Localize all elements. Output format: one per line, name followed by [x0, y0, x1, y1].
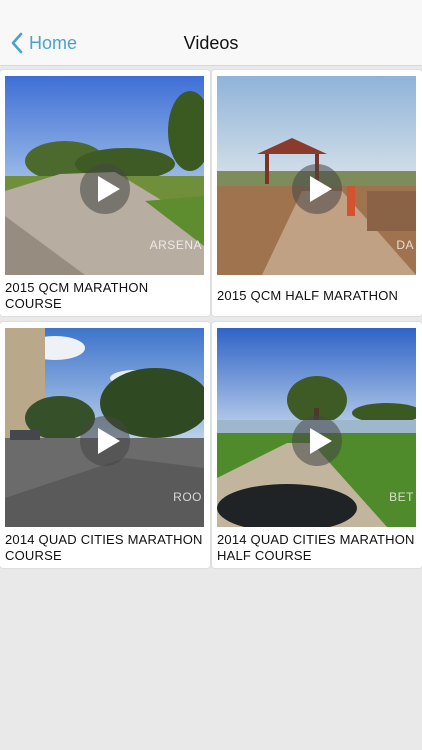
video-card[interactable]: ROO 2014 QUAD CITIES MARATHON COURSE — [0, 322, 210, 568]
play-button-icon[interactable] — [291, 164, 342, 215]
page-title: Videos — [183, 33, 239, 53]
video-watermark: ROO — [173, 490, 202, 504]
video-title: 2015 QCM HALF MARATHON — [217, 288, 399, 303]
video-watermark: ARSENA — [149, 238, 202, 252]
video-watermark: BET — [389, 490, 414, 504]
video-card[interactable]: DA 2015 QCM HALF MARATHON — [212, 70, 422, 316]
navigation-bar: Home Videos — [0, 0, 422, 66]
video-thumbnail[interactable]: ROO — [5, 328, 204, 527]
video-title: 2015 QCM MARATHON COURSE — [5, 280, 149, 311]
video-watermark: DA — [396, 238, 414, 252]
video-thumbnail[interactable]: BET — [217, 328, 416, 527]
video-title: 2014 QUAD CITIES MARATHON COURSE — [5, 532, 203, 563]
play-button-icon[interactable] — [291, 416, 342, 467]
video-title: 2014 QUAD CITIES MARATHON HALF COURSE — [217, 532, 415, 563]
play-button-icon[interactable] — [79, 416, 130, 467]
video-thumbnail[interactable]: DA — [217, 76, 416, 275]
video-card[interactable]: BET 2014 QUAD CITIES MARATHON HALF COURS… — [212, 322, 422, 568]
play-button-icon[interactable] — [79, 164, 130, 215]
video-card[interactable]: ARSENA 2015 QCM MARATHON COURSE — [0, 70, 210, 316]
video-thumbnail[interactable]: ARSENA — [5, 76, 204, 275]
